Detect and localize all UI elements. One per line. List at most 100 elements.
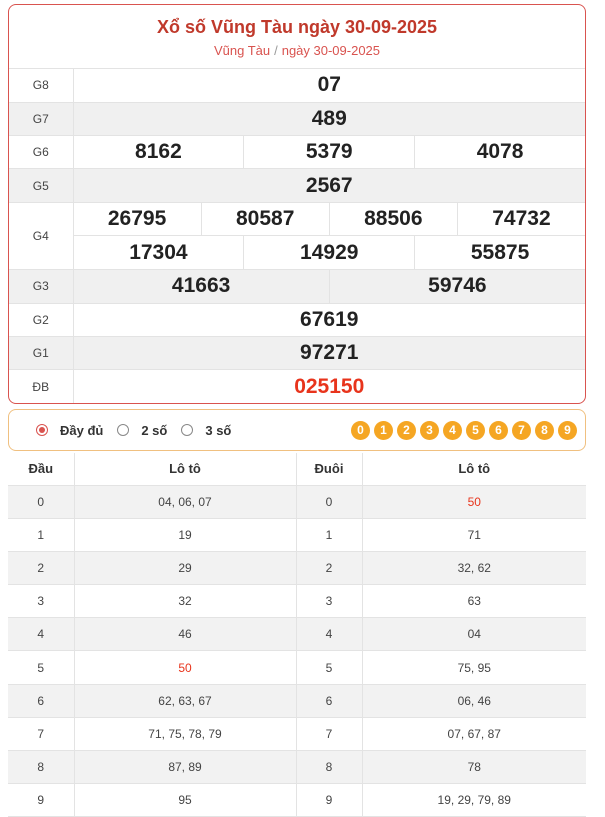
special-prize-number: 025150 <box>294 374 365 398</box>
prize-row-g4: G4 26795 80587 88506 74732 17304 14929 5… <box>9 202 585 271</box>
prize-label: ĐB <box>9 369 74 403</box>
digit-button-2[interactable]: 2 <box>397 420 416 440</box>
head-loto-list: 19 <box>74 518 297 552</box>
col-header-loto-duoi: Lô tô <box>362 453 586 486</box>
tail-digit: 1 <box>296 518 363 552</box>
table-row: 0 04, 06, 07 0 50 <box>8 485 586 519</box>
head-loto-list: 50 <box>74 650 297 685</box>
head-digit: 1 <box>8 518 75 552</box>
prize-number: 74732 <box>492 206 551 230</box>
prize-number: 88506 <box>330 202 458 235</box>
head-digit: 0 <box>8 485 75 519</box>
digit-button-6[interactable]: 6 <box>489 420 508 440</box>
prize-row-g8: G8 07 <box>9 69 585 103</box>
tail-digit: 0 <box>296 485 363 519</box>
head-digit: 6 <box>8 684 75 718</box>
prize-row-special: ĐB 025150 <box>9 369 585 403</box>
tail-digit: 4 <box>296 617 363 652</box>
display-filter-bar: Đầy đủ 2 số 3 số 0 1 2 3 4 5 6 7 8 9 <box>8 409 586 451</box>
prize-row-g5: G5 2567 <box>9 168 585 203</box>
filter-option-full[interactable]: Đầy đủ <box>36 423 103 438</box>
table-row: 2 29 2 32, 62 <box>8 551 586 586</box>
head-digit: 9 <box>8 783 75 817</box>
loto-body: 0 04, 06, 07 0 50 1 19 1 71 2 29 2 32, 62 3 32 3 63 4 46 4… <box>8 485 586 817</box>
head-loto-list: 62, 63, 67 <box>74 684 297 718</box>
filter-option-label: Đầy đủ <box>60 422 104 438</box>
table-row: 7 71, 75, 78, 79 7 07, 67, 87 <box>8 717 586 752</box>
col-header-loto-dau: Lô tô <box>74 453 297 486</box>
prize-label: G3 <box>9 269 74 304</box>
prize-row-g1: G1 97271 <box>9 336 585 371</box>
tail-digit: 3 <box>296 584 363 619</box>
prize-row-g7: G7 489 <box>9 102 585 137</box>
tail-loto-list: 75, 95 <box>362 650 586 685</box>
tail-loto-list: 71 <box>362 518 586 552</box>
digit-button-0[interactable]: 0 <box>351 420 370 440</box>
loto-header-row: Đầu Lô tô Đuôi Lô tô <box>8 453 586 486</box>
tail-loto-list: 63 <box>362 584 586 619</box>
tail-digit: 8 <box>296 750 363 785</box>
tail-loto-list: 04 <box>362 617 586 652</box>
head-loto-list: 95 <box>74 783 297 817</box>
digit-button-8[interactable]: 8 <box>535 420 554 440</box>
tail-digit: 9 <box>296 783 363 817</box>
prize-number: 26795 <box>74 202 202 235</box>
col-header-duoi: Đuôi <box>296 453 363 486</box>
head-digit: 2 <box>8 551 75 586</box>
table-row: 4 46 4 04 <box>8 617 586 652</box>
page-title: Xổ số Vũng Tàu ngày 30-09-2025 <box>156 17 438 37</box>
prize-label: G7 <box>9 102 74 137</box>
tail-loto-list: 78 <box>362 750 586 785</box>
head-digit: 4 <box>8 617 75 652</box>
prize-number: 8162 <box>74 136 245 169</box>
tail-loto-list: 19, 29, 79, 89 <box>362 783 586 817</box>
prize-number: 2567 <box>305 173 353 197</box>
digit-button-9[interactable]: 9 <box>558 420 577 440</box>
table-row: 3 32 3 63 <box>8 584 586 619</box>
filter-option-3-digits[interactable]: 3 số <box>181 423 231 438</box>
breadcrumb-place-link[interactable]: Vũng Tàu <box>214 43 270 58</box>
prize-number: 07 <box>317 73 341 97</box>
table-row: 1 19 1 71 <box>8 518 586 552</box>
digit-button-5[interactable]: 5 <box>466 420 485 440</box>
prize-row-g6: G6 8162 5379 4078 <box>9 135 585 170</box>
digit-button-4[interactable]: 4 <box>443 420 462 440</box>
prize-number: 80587 <box>202 202 330 235</box>
prize-number: 97271 <box>300 341 359 365</box>
table-row: 9 95 9 19, 29, 79, 89 <box>8 783 586 817</box>
prize-number: 4078 <box>476 140 524 164</box>
loto-table: Đầu Lô tô Đuôi Lô tô 0 04, 06, 07 0 50 1 19 1 7… <box>8 453 586 817</box>
radio-full[interactable] <box>36 424 48 436</box>
digit-button-7[interactable]: 7 <box>512 420 531 440</box>
prize-number: 41663 <box>74 270 330 303</box>
tail-loto-list: 07, 67, 87 <box>362 717 586 752</box>
prize-label: G6 <box>9 135 74 170</box>
filter-option-label: 3 số <box>205 422 232 438</box>
filter-option-2-digits[interactable]: 2 số <box>117 423 167 438</box>
prize-number: 17304 <box>74 235 245 270</box>
head-loto-list: 46 <box>74 617 297 652</box>
tail-digit: 7 <box>296 717 363 752</box>
filter-option-label: 2 số <box>141 422 168 438</box>
prize-label: G1 <box>9 336 74 371</box>
radio-3-digits[interactable] <box>181 424 194 436</box>
digit-button-3[interactable]: 3 <box>420 420 439 440</box>
breadcrumb-date: ngày 30-09-2025 <box>281 43 381 58</box>
prize-number: 489 <box>311 106 347 130</box>
head-loto-list: 04, 06, 07 <box>74 485 297 519</box>
tail-loto-list: 06, 46 <box>362 684 586 718</box>
head-digit: 7 <box>8 717 75 752</box>
radio-2-digits[interactable] <box>117 424 130 436</box>
digit-button-1[interactable]: 1 <box>374 420 393 440</box>
tail-digit: 6 <box>296 684 363 718</box>
tail-loto-list: 32, 62 <box>362 551 586 586</box>
head-loto-list: 29 <box>74 551 297 586</box>
tail-loto-list: 50 <box>362 485 586 519</box>
tail-digit: 2 <box>296 551 363 586</box>
tail-digit: 5 <box>296 650 363 685</box>
prize-row-g2: G2 67619 <box>9 303 585 337</box>
col-header-dau: Đầu <box>8 453 75 486</box>
breadcrumb: Vũng Tàu / ngày 30-09-2025 <box>9 43 585 59</box>
table-row: 6 62, 63, 67 6 06, 46 <box>8 684 586 718</box>
head-digit: 8 <box>8 750 75 785</box>
